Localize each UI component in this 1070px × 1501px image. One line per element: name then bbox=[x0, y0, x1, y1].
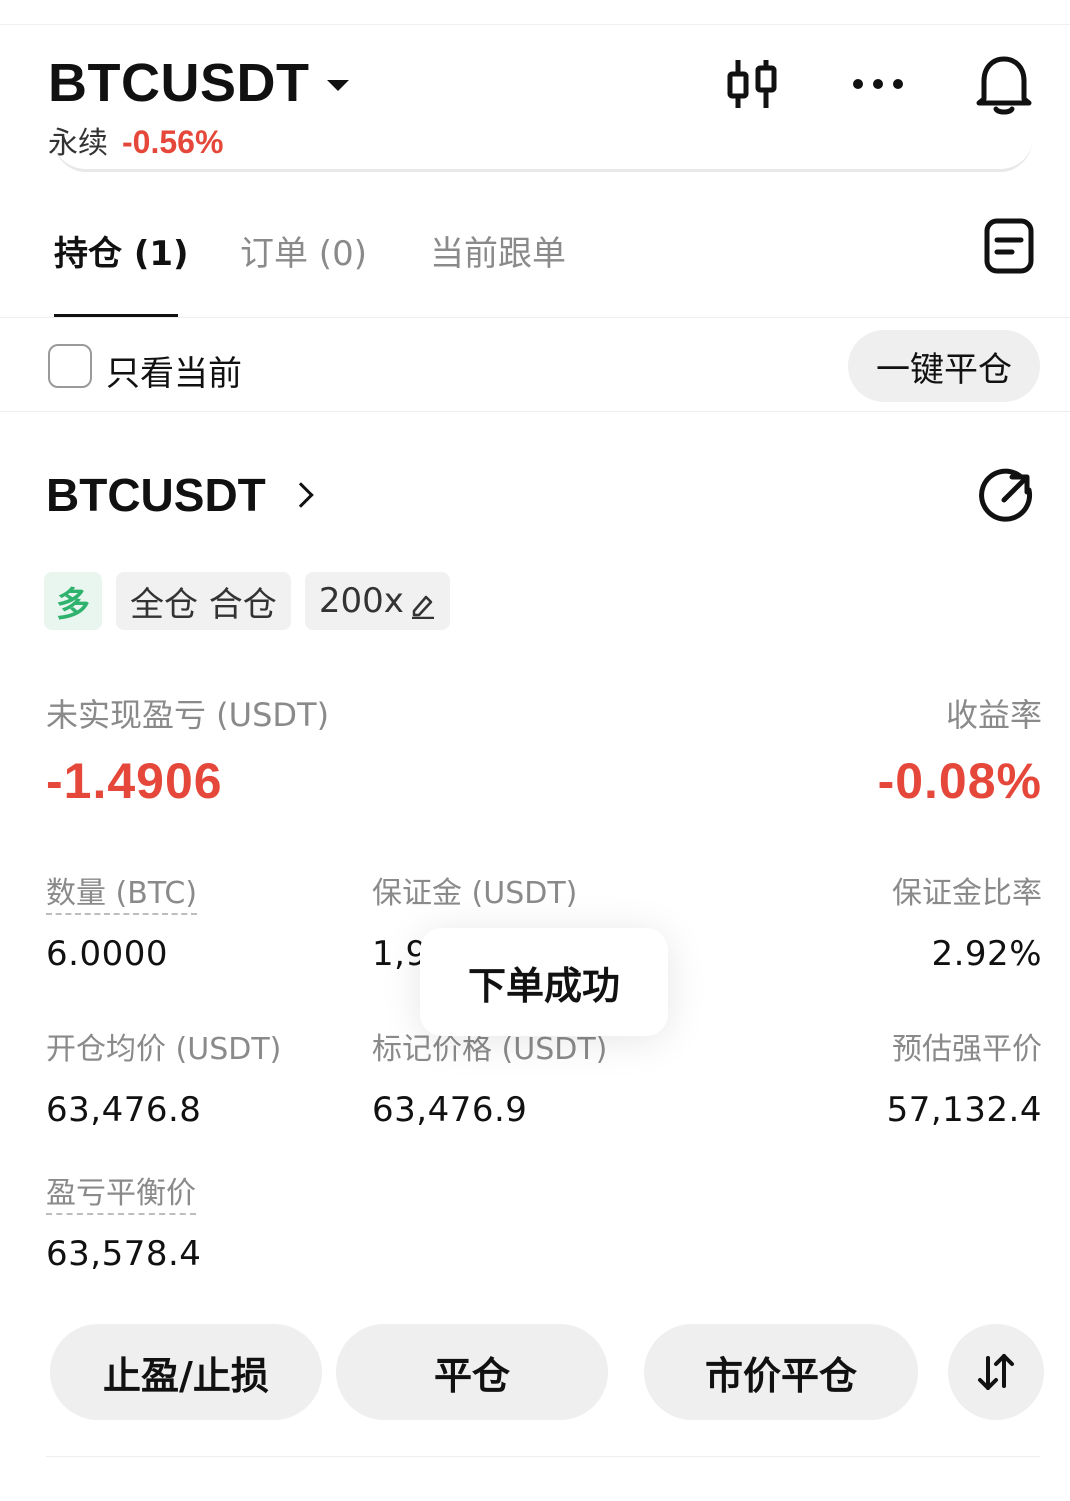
document-icon[interactable] bbox=[984, 218, 1034, 274]
quantity-value: 6.0000 bbox=[46, 934, 168, 974]
tp-sl-button[interactable]: 止盈/止损 bbox=[50, 1324, 322, 1420]
symbol-title[interactable]: BTCUSDT bbox=[48, 52, 309, 114]
chevron-right-icon[interactable] bbox=[288, 482, 314, 508]
candlestick-chart-icon[interactable] bbox=[722, 52, 782, 116]
position-tabs: 持仓 (1) 订单 (0) 当前跟单 bbox=[0, 210, 1070, 318]
leverage-value[interactable]: 200x bbox=[319, 581, 404, 621]
edit-icon[interactable] bbox=[410, 588, 436, 620]
order-success-toast: 下单成功 bbox=[420, 928, 668, 1036]
liquidation-price-field: 预估强平价 57,132.4 bbox=[887, 1024, 1042, 1130]
margin-mode-badge: 全仓 合仓 bbox=[116, 572, 291, 630]
margin-ratio-label: 保证金比率 bbox=[892, 876, 1042, 911]
tab-copy-trades[interactable]: 当前跟单 bbox=[430, 226, 566, 275]
tab-orders[interactable]: 订单 (0) bbox=[240, 226, 367, 275]
breakeven-price-label[interactable]: 盈亏平衡价 bbox=[46, 1176, 196, 1215]
filter-row: 只看当前 一键平仓 bbox=[0, 320, 1070, 412]
share-icon[interactable] bbox=[978, 468, 1036, 526]
tab-positions[interactable]: 持仓 (1) bbox=[54, 226, 189, 275]
header-divider-arc bbox=[54, 140, 1032, 172]
more-icon[interactable] bbox=[848, 52, 908, 116]
show-current-label[interactable]: 只看当前 bbox=[106, 346, 242, 395]
market-close-button[interactable]: 市价平仓 bbox=[644, 1324, 918, 1420]
leverage-badge[interactable]: 200x bbox=[304, 572, 450, 630]
mark-price-label: 标记价格 (USDT) bbox=[372, 1032, 608, 1067]
quantity-label[interactable]: 数量 (BTC) bbox=[46, 876, 198, 915]
reverse-position-button[interactable] bbox=[948, 1324, 1044, 1420]
caret-down-icon[interactable] bbox=[327, 79, 350, 91]
liquidation-price-value: 57,132.4 bbox=[886, 1090, 1042, 1130]
swap-arrows-icon[interactable] bbox=[974, 1350, 1018, 1394]
mark-price-field: 标记价格 (USDT) 63,476.9 bbox=[372, 1024, 607, 1130]
side-badge: 多 bbox=[44, 572, 102, 630]
bell-icon[interactable] bbox=[974, 52, 1034, 116]
roe-value: -0.08% bbox=[877, 753, 1042, 809]
roe-label: 收益率 bbox=[945, 696, 1042, 734]
position-symbol-link[interactable]: BTCUSDT bbox=[46, 468, 314, 522]
symbol-selector[interactable]: BTCUSDT bbox=[48, 52, 350, 114]
close-position-button[interactable]: 平仓 bbox=[336, 1324, 608, 1420]
header: BTCUSDT 永续 -0.56% bbox=[0, 0, 1070, 180]
margin-ratio-value: 2.92% bbox=[931, 934, 1042, 974]
mark-price-value: 63,476.9 bbox=[372, 1090, 528, 1130]
quantity-field: 数量 (BTC) 6.0000 bbox=[46, 868, 198, 974]
margin-ratio-field: 保证金比率 2.92% bbox=[892, 868, 1042, 974]
bottom-divider bbox=[46, 1456, 1040, 1457]
position-tags: 多 全仓 合仓 200x bbox=[44, 572, 450, 630]
unrealized-pnl-label: 未实现盈亏 (USDT) bbox=[46, 696, 330, 734]
header-actions bbox=[722, 52, 1034, 116]
margin-label: 保证金 (USDT) bbox=[372, 876, 578, 911]
entry-price-value: 63,476.8 bbox=[46, 1090, 202, 1130]
entry-price-field: 开仓均价 (USDT) 63,476.8 bbox=[46, 1024, 281, 1130]
position-actions: 止盈/止损 平仓 市价平仓 bbox=[48, 1324, 1048, 1420]
close-all-button[interactable]: 一键平仓 bbox=[848, 330, 1040, 402]
unrealized-pnl-value: -1.4906 bbox=[46, 753, 223, 809]
breakeven-price-value: 63,578.4 bbox=[46, 1234, 202, 1274]
position-symbol[interactable]: BTCUSDT bbox=[46, 468, 266, 522]
tab-active-underline bbox=[54, 314, 178, 317]
breakeven-price-field: 盈亏平衡价 63,578.4 bbox=[46, 1168, 201, 1274]
entry-price-label: 开仓均价 (USDT) bbox=[46, 1032, 282, 1067]
liquidation-price-label: 预估强平价 bbox=[892, 1032, 1042, 1067]
show-current-checkbox[interactable] bbox=[48, 344, 92, 388]
